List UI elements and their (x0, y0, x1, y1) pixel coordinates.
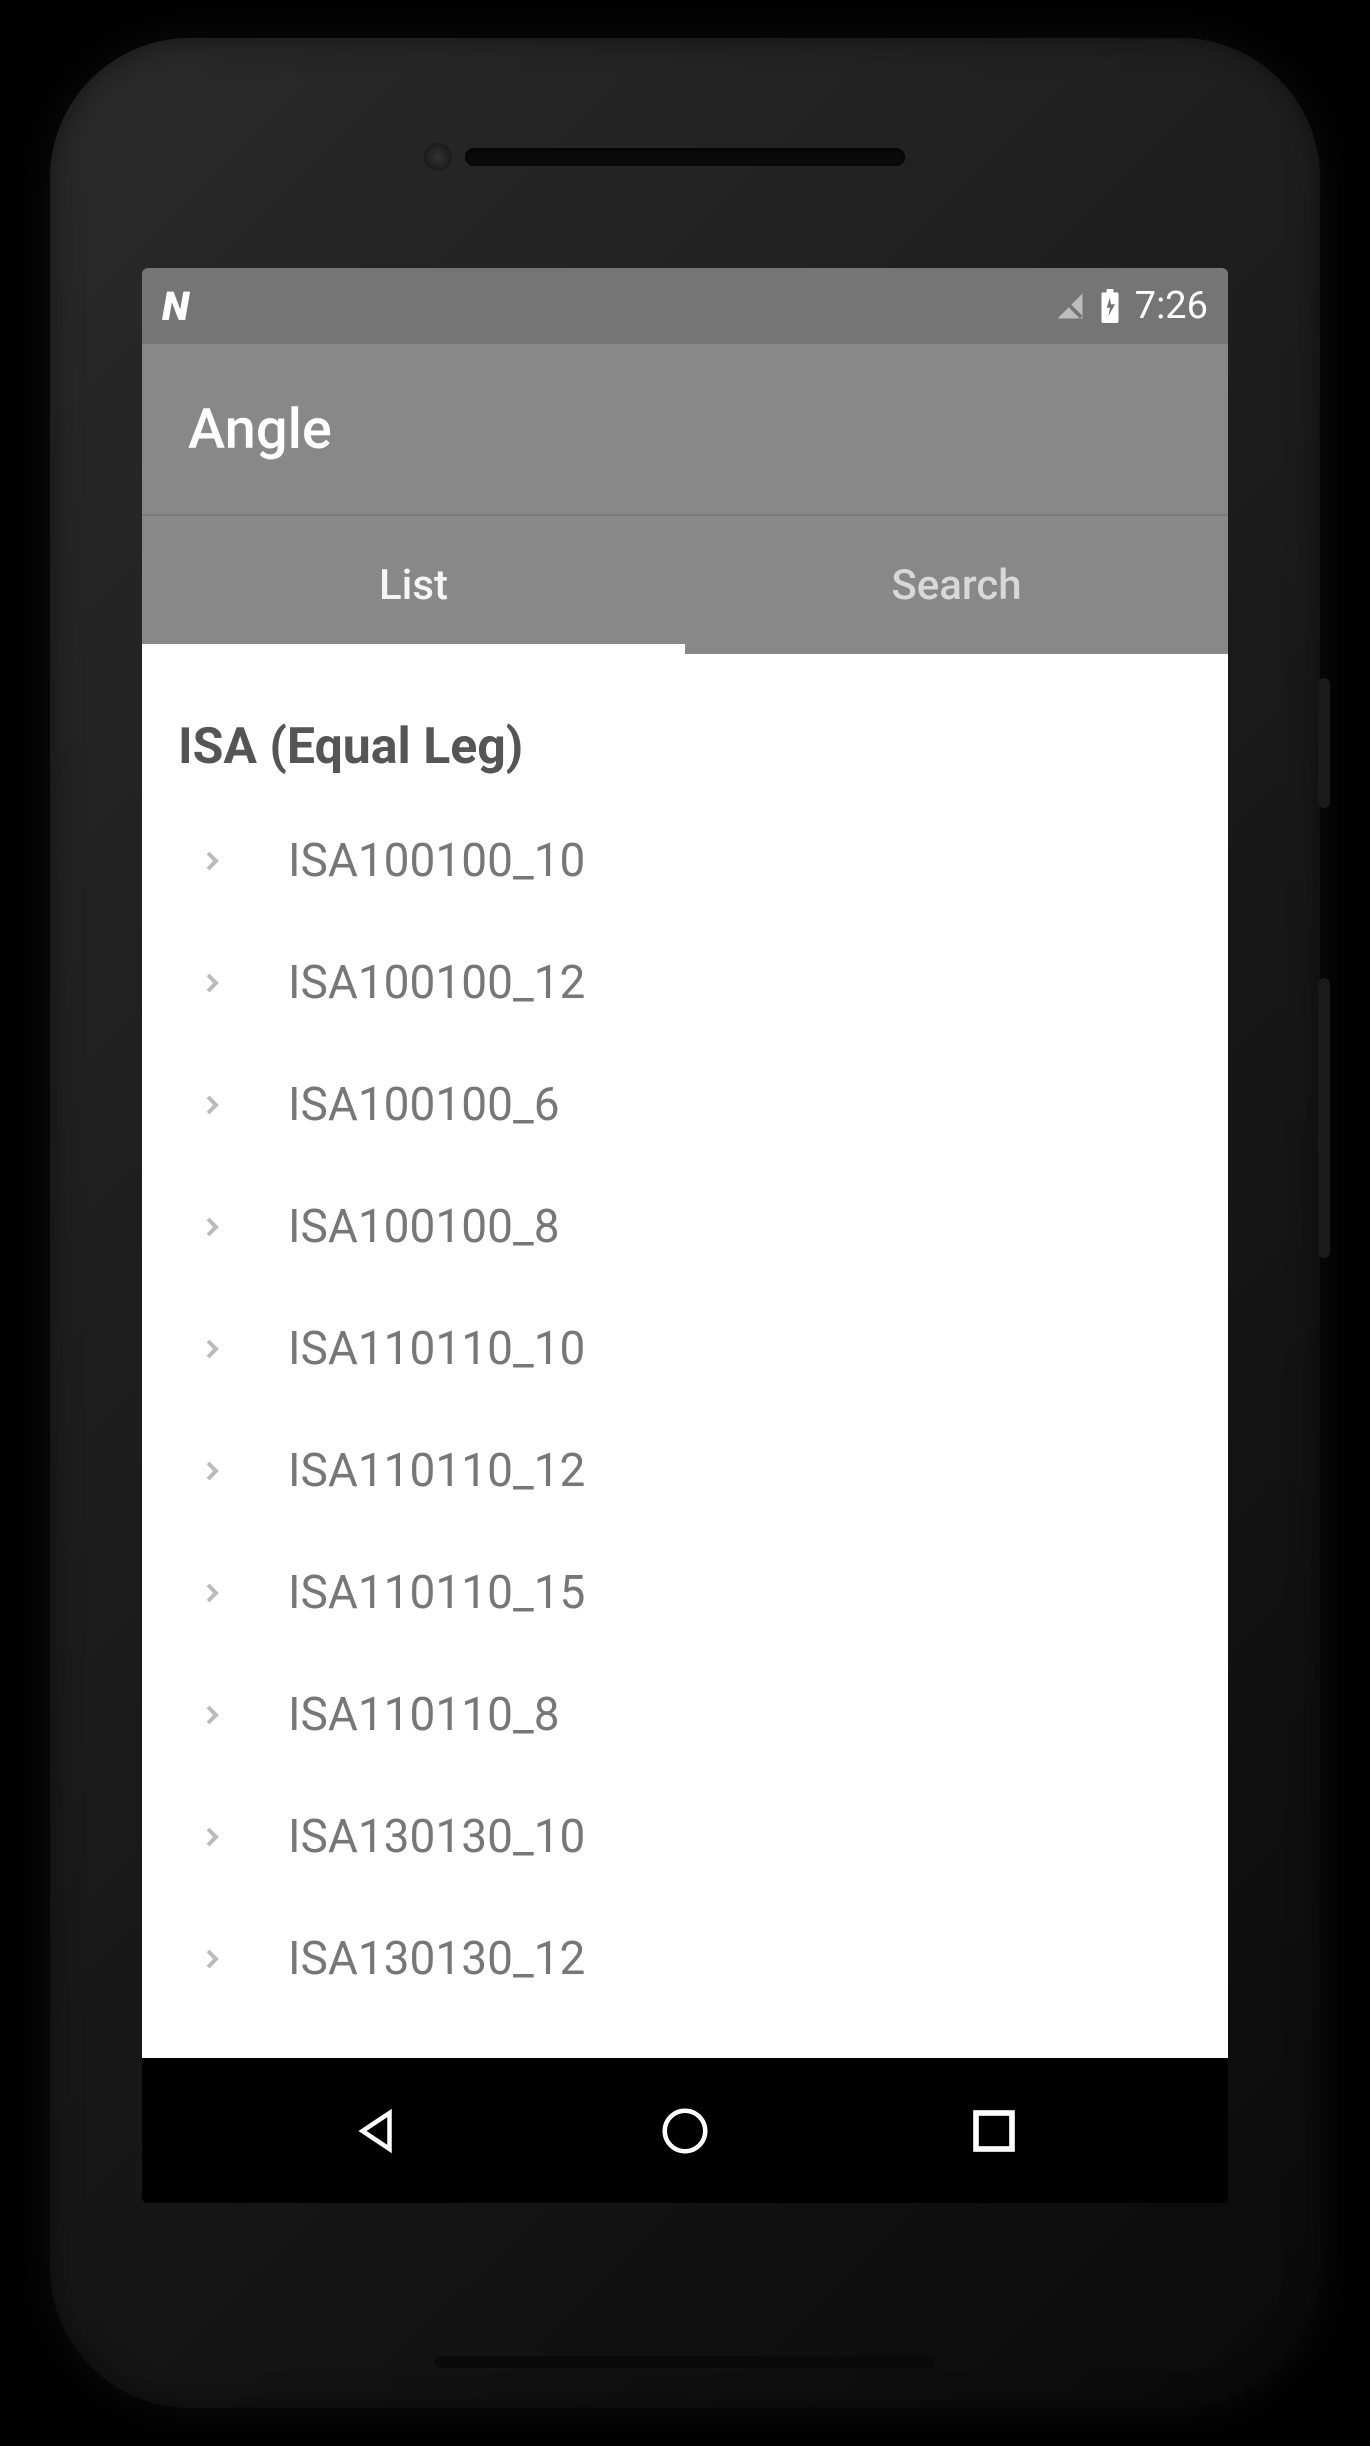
viewport: N 7:26 Angle (0, 0, 1370, 2446)
chevron-right-icon (192, 1093, 232, 1117)
nav-home-button[interactable] (625, 2071, 745, 2191)
list-item-label: ISA130130_12 (232, 1932, 585, 1986)
content-area[interactable]: ISA (Equal Leg) ISA100100_10 ISA100100_1… (142, 654, 1228, 2058)
list-item[interactable]: ISA110110_15 (142, 1532, 1228, 1654)
status-clock: 7:26 (1135, 284, 1208, 328)
nav-recent-button[interactable] (934, 2071, 1054, 2191)
list-item-label: ISA110110_12 (232, 1444, 585, 1498)
tab-search-label: Search (891, 561, 1021, 610)
list-item-label: ISA110110_8 (232, 1688, 560, 1742)
chevron-right-icon (192, 1459, 232, 1483)
android-n-icon: N (162, 283, 187, 330)
no-sim-icon (1055, 291, 1085, 321)
list-item[interactable]: ISA110110_12 (142, 1410, 1228, 1532)
screen: N 7:26 Angle (142, 268, 1228, 2203)
list-item[interactable]: ISA100100_10 (142, 800, 1228, 922)
chevron-right-icon (192, 1215, 232, 1239)
battery-charging-icon (1099, 289, 1121, 323)
status-right: 7:26 (1055, 284, 1208, 328)
section-header: ISA (Equal Leg) (142, 694, 1228, 800)
status-bar: N 7:26 (142, 268, 1228, 344)
status-left: N (162, 283, 187, 330)
phone-body: N 7:26 Angle (50, 38, 1320, 2408)
volume-button (1318, 978, 1330, 1258)
tab-list[interactable]: List (142, 516, 685, 654)
app-title: Angle (188, 396, 332, 462)
tab-indicator (142, 644, 685, 654)
list-item-label: ISA110110_15 (232, 1566, 585, 1620)
chevron-right-icon (192, 1703, 232, 1727)
list-item[interactable]: ISA110110_10 (142, 1288, 1228, 1410)
list-item[interactable]: ISA130130_12 (142, 1898, 1228, 2020)
power-button (1318, 678, 1330, 808)
list-item-label: ISA100100_8 (232, 1200, 560, 1254)
list-item[interactable]: ISA110110_8 (142, 1654, 1228, 1776)
phone-frame: N 7:26 Angle (0, 0, 1370, 2446)
list-item[interactable]: ISA100100_12 (142, 922, 1228, 1044)
nav-bar (142, 2058, 1228, 2203)
nav-back-button[interactable] (316, 2071, 436, 2191)
tab-list-label: List (379, 561, 448, 610)
list-item-label: ISA130130_10 (232, 1810, 585, 1864)
phone-top-area (304, 108, 1066, 198)
app-header: Angle (142, 344, 1228, 514)
list-item-label: ISA100100_12 (232, 956, 585, 1010)
camera-icon (424, 143, 452, 171)
bottom-speaker-grille (435, 2356, 935, 2368)
tab-search[interactable]: Search (685, 516, 1228, 654)
list-item[interactable]: ISA100100_6 (142, 1044, 1228, 1166)
list-item-label: ISA110110_10 (232, 1322, 585, 1376)
chevron-right-icon (192, 971, 232, 995)
chevron-right-icon (192, 849, 232, 873)
list-item[interactable]: ISA130130_10 (142, 1776, 1228, 1898)
chevron-right-icon (192, 1825, 232, 1849)
chevron-right-icon (192, 1947, 232, 1971)
list-item-label: ISA100100_10 (232, 834, 585, 888)
chevron-right-icon (192, 1581, 232, 1605)
list-item[interactable]: ISA100100_8 (142, 1166, 1228, 1288)
speaker-grille (465, 148, 905, 166)
list-item-label: ISA100100_6 (232, 1078, 560, 1132)
chevron-right-icon (192, 1337, 232, 1361)
tab-bar: List Search (142, 514, 1228, 654)
